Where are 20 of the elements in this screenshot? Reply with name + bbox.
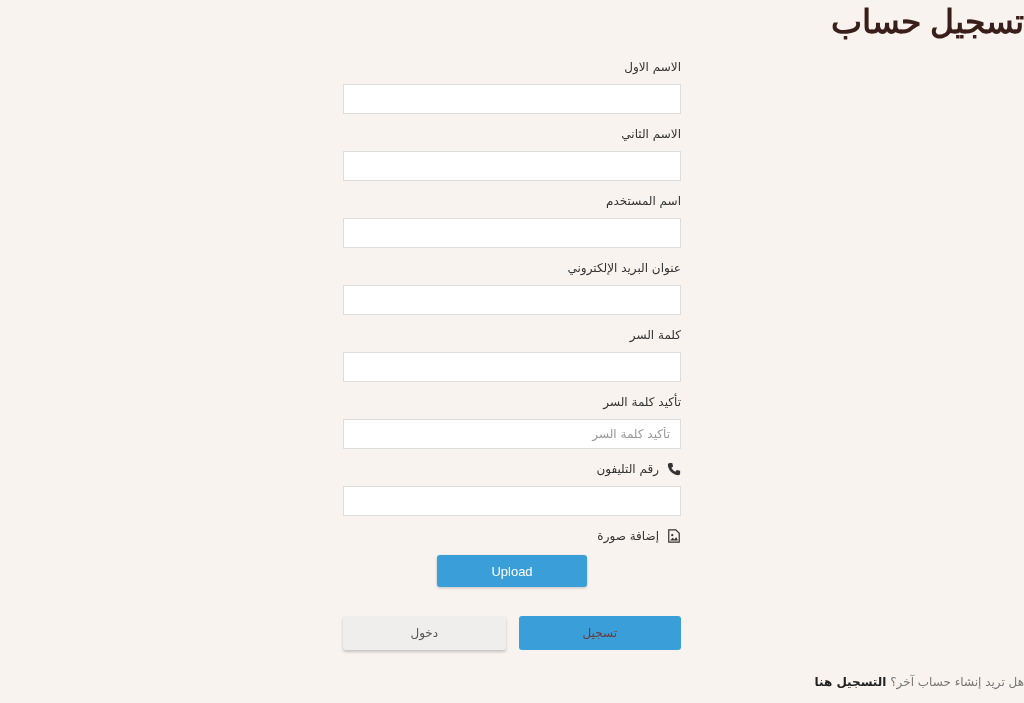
field-label: كلمة السر	[629, 327, 681, 343]
field-label: عنوان البريد الإلكتروني	[567, 260, 681, 276]
field-label: إضافة صورة	[597, 528, 659, 544]
input-field[interactable]	[343, 151, 681, 181]
field-label: تأكيد كلمة السر	[603, 394, 681, 410]
input-field[interactable]	[343, 218, 681, 248]
image-file-icon	[667, 529, 681, 543]
register-link[interactable]: التسجيل هنا	[814, 675, 887, 689]
field-label: الاسم الاول	[624, 59, 681, 75]
page-title: تسجيل حساب	[830, 2, 1024, 42]
input-field[interactable]	[343, 84, 681, 114]
input-field[interactable]	[343, 352, 681, 382]
phone-icon	[667, 462, 681, 476]
field-label: الاسم الثاني	[621, 126, 681, 142]
input-field[interactable]	[343, 486, 681, 516]
field-label: اسم المستخدم	[606, 193, 681, 209]
footer-text: هل تريد إنشاء حساب آخر؟ التسجيل هنا	[814, 675, 1024, 689]
login-button[interactable]: دخول	[343, 616, 506, 650]
field-label: رقم التليفون	[596, 461, 659, 477]
input-field[interactable]	[343, 285, 681, 315]
